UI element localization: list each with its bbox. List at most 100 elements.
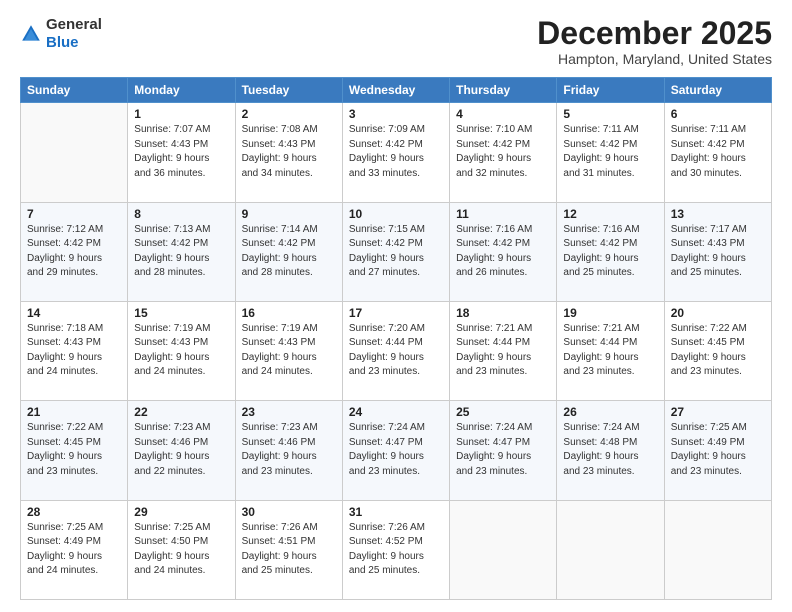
day-number: 23: [242, 405, 336, 419]
day-info: Sunrise: 7:23 AMSunset: 4:46 PMDaylight:…: [134, 421, 228, 479]
calendar-day-cell: 12 Sunrise: 7:16 AMSunset: 4:42 PMDayligh…: [557, 202, 664, 301]
day-info: Sunrise: 7:08 AMSunset: 4:43 PMDaylight:…: [242, 123, 336, 181]
day-number: 5: [563, 107, 657, 121]
calendar-week-row: 28 Sunrise: 7:25 AMSunset: 4:49 PMDayligh…: [21, 500, 772, 599]
day-number: 19: [563, 306, 657, 320]
calendar-day-cell: 1 Sunrise: 7:07 AMSunset: 4:43 PMDaylight…: [128, 103, 235, 202]
day-info: Sunrise: 7:25 AMSunset: 4:49 PMDaylight:…: [27, 521, 121, 579]
calendar-day-cell: 8Sunrise: 7:13 AMSunset: 4:42 PMDaylight…: [128, 202, 235, 301]
calendar-day-cell: [21, 103, 128, 202]
day-info: Sunrise: 7:17 AMSunset: 4:43 PMDaylight:…: [671, 223, 765, 281]
calendar-day-cell: 10 Sunrise: 7:15 AMSunset: 4:42 PMDayligh…: [342, 202, 449, 301]
day-number: 6: [671, 107, 765, 121]
day-number: 29: [134, 505, 228, 519]
day-info: Sunrise: 7:10 AMSunset: 4:42 PMDaylight:…: [456, 123, 550, 181]
day-info: Sunrise: 7:19 AMSunset: 4:43 PMDaylight:…: [242, 322, 336, 380]
day-number: 7: [27, 207, 121, 221]
calendar-day-cell: 5 Sunrise: 7:11 AMSunset: 4:42 PMDaylight…: [557, 103, 664, 202]
logo: General Blue: [20, 16, 102, 52]
calendar-day-cell: 25Sunrise: 7:24 AMSunset: 4:47 PMDayligh…: [450, 401, 557, 500]
calendar-day-cell: 21 Sunrise: 7:22 AMSunset: 4:45 PMDayligh…: [21, 401, 128, 500]
day-info: Sunrise: 7:26 AMSunset: 4:51 PMDaylight:…: [242, 521, 336, 579]
day-number: 1: [134, 107, 228, 121]
calendar-day-cell: 26 Sunrise: 7:24 AMSunset: 4:48 PMDayligh…: [557, 401, 664, 500]
calendar-day-cell: [450, 500, 557, 599]
day-number: 28: [27, 505, 121, 519]
calendar-day-cell: 23 Sunrise: 7:23 AMSunset: 4:46 PMDayligh…: [235, 401, 342, 500]
calendar-day-header: Sunday: [21, 78, 128, 103]
calendar-day-cell: [664, 500, 771, 599]
day-number: 22: [134, 405, 228, 419]
calendar-day-header: Monday: [128, 78, 235, 103]
calendar-day-cell: 7 Sunrise: 7:12 AMSunset: 4:42 PMDaylight…: [21, 202, 128, 301]
day-number: 31: [349, 505, 443, 519]
calendar-day-header: Thursday: [450, 78, 557, 103]
calendar-day-cell: 3 Sunrise: 7:09 AMSunset: 4:42 PMDaylight…: [342, 103, 449, 202]
day-info: Sunrise: 7:21 AMSunset: 4:44 PMDaylight:…: [563, 322, 657, 380]
title-block: December 2025 Hampton, Maryland, United …: [537, 16, 772, 67]
calendar-day-cell: 20Sunrise: 7:22 AMSunset: 4:45 PMDayligh…: [664, 301, 771, 400]
calendar-day-header: Friday: [557, 78, 664, 103]
header: General Blue December 2025 Hampton, Mary…: [20, 16, 772, 67]
day-number: 4: [456, 107, 550, 121]
calendar-day-cell: 9 Sunrise: 7:14 AMSunset: 4:42 PMDaylight…: [235, 202, 342, 301]
calendar-day-cell: 19 Sunrise: 7:21 AMSunset: 4:44 PMDayligh…: [557, 301, 664, 400]
day-number: 30: [242, 505, 336, 519]
day-number: 11: [456, 207, 550, 221]
day-info: Sunrise: 7:21 AMSunset: 4:44 PMDaylight:…: [456, 322, 550, 380]
calendar-day-cell: 13 Sunrise: 7:17 AMSunset: 4:43 PMDayligh…: [664, 202, 771, 301]
day-info: Sunrise: 7:24 AMSunset: 4:47 PMDaylight:…: [456, 421, 550, 479]
day-info: Sunrise: 7:25 AMSunset: 4:50 PMDaylight:…: [134, 521, 228, 579]
day-info: Sunrise: 7:11 AMSunset: 4:42 PMDaylight:…: [563, 123, 657, 181]
calendar-week-row: 1 Sunrise: 7:07 AMSunset: 4:43 PMDaylight…: [21, 103, 772, 202]
calendar-day-cell: 2 Sunrise: 7:08 AMSunset: 4:43 PMDaylight…: [235, 103, 342, 202]
day-number: 8: [134, 207, 228, 221]
calendar-day-cell: 24Sunrise: 7:24 AMSunset: 4:47 PMDayligh…: [342, 401, 449, 500]
logo-text: General Blue: [46, 16, 102, 52]
calendar-day-cell: 29 Sunrise: 7:25 AMSunset: 4:50 PMDayligh…: [128, 500, 235, 599]
day-info: Sunrise: 7:19 AMSunset: 4:43 PMDaylight:…: [134, 322, 228, 380]
day-number: 9: [242, 207, 336, 221]
day-info: Sunrise: 7:22 AMSunset: 4:45 PMDaylight:…: [671, 322, 765, 380]
calendar-day-cell: 15Sunrise: 7:19 AMSunset: 4:43 PMDayligh…: [128, 301, 235, 400]
day-number: 12: [563, 207, 657, 221]
day-info: Sunrise: 7:22 AMSunset: 4:45 PMDaylight:…: [27, 421, 121, 479]
day-info: Sunrise: 7:07 AMSunset: 4:43 PMDaylight:…: [134, 123, 228, 181]
month-title: December 2025: [537, 16, 772, 51]
day-info: Sunrise: 7:09 AMSunset: 4:42 PMDaylight:…: [349, 123, 443, 181]
day-info: Sunrise: 7:25 AMSunset: 4:49 PMDaylight:…: [671, 421, 765, 479]
day-number: 14: [27, 306, 121, 320]
calendar-day-cell: 18 Sunrise: 7:21 AMSunset: 4:44 PMDayligh…: [450, 301, 557, 400]
day-number: 2: [242, 107, 336, 121]
day-info: Sunrise: 7:26 AMSunset: 4:52 PMDaylight:…: [349, 521, 443, 579]
calendar-day-cell: 4 Sunrise: 7:10 AMSunset: 4:42 PMDaylight…: [450, 103, 557, 202]
day-number: 21: [27, 405, 121, 419]
day-number: 13: [671, 207, 765, 221]
calendar-day-cell: 14 Sunrise: 7:18 AMSunset: 4:43 PMDayligh…: [21, 301, 128, 400]
day-number: 26: [563, 405, 657, 419]
calendar-week-row: 14 Sunrise: 7:18 AMSunset: 4:43 PMDayligh…: [21, 301, 772, 400]
logo-icon: [20, 23, 42, 45]
day-number: 10: [349, 207, 443, 221]
day-number: 17: [349, 306, 443, 320]
calendar-week-row: 7 Sunrise: 7:12 AMSunset: 4:42 PMDaylight…: [21, 202, 772, 301]
day-info: Sunrise: 7:18 AMSunset: 4:43 PMDaylight:…: [27, 322, 121, 380]
calendar-day-cell: 27Sunrise: 7:25 AMSunset: 4:49 PMDayligh…: [664, 401, 771, 500]
day-info: Sunrise: 7:16 AMSunset: 4:42 PMDaylight:…: [563, 223, 657, 281]
day-info: Sunrise: 7:12 AMSunset: 4:42 PMDaylight:…: [27, 223, 121, 281]
calendar-header-row: SundayMondayTuesdayWednesdayThursdayFrid…: [21, 78, 772, 103]
calendar-table: SundayMondayTuesdayWednesdayThursdayFrid…: [20, 77, 772, 600]
day-info: Sunrise: 7:14 AMSunset: 4:42 PMDaylight:…: [242, 223, 336, 281]
calendar-day-header: Wednesday: [342, 78, 449, 103]
day-number: 3: [349, 107, 443, 121]
day-info: Sunrise: 7:20 AMSunset: 4:44 PMDaylight:…: [349, 322, 443, 380]
day-number: 18: [456, 306, 550, 320]
day-info: Sunrise: 7:16 AMSunset: 4:42 PMDaylight:…: [456, 223, 550, 281]
day-info: Sunrise: 7:23 AMSunset: 4:46 PMDaylight:…: [242, 421, 336, 479]
calendar-day-cell: 22 Sunrise: 7:23 AMSunset: 4:46 PMDayligh…: [128, 401, 235, 500]
location: Hampton, Maryland, United States: [537, 51, 772, 67]
calendar-day-cell: 17 Sunrise: 7:20 AMSunset: 4:44 PMDayligh…: [342, 301, 449, 400]
day-number: 24: [349, 405, 443, 419]
day-info: Sunrise: 7:15 AMSunset: 4:42 PMDaylight:…: [349, 223, 443, 281]
day-info: Sunrise: 7:24 AMSunset: 4:48 PMDaylight:…: [563, 421, 657, 479]
